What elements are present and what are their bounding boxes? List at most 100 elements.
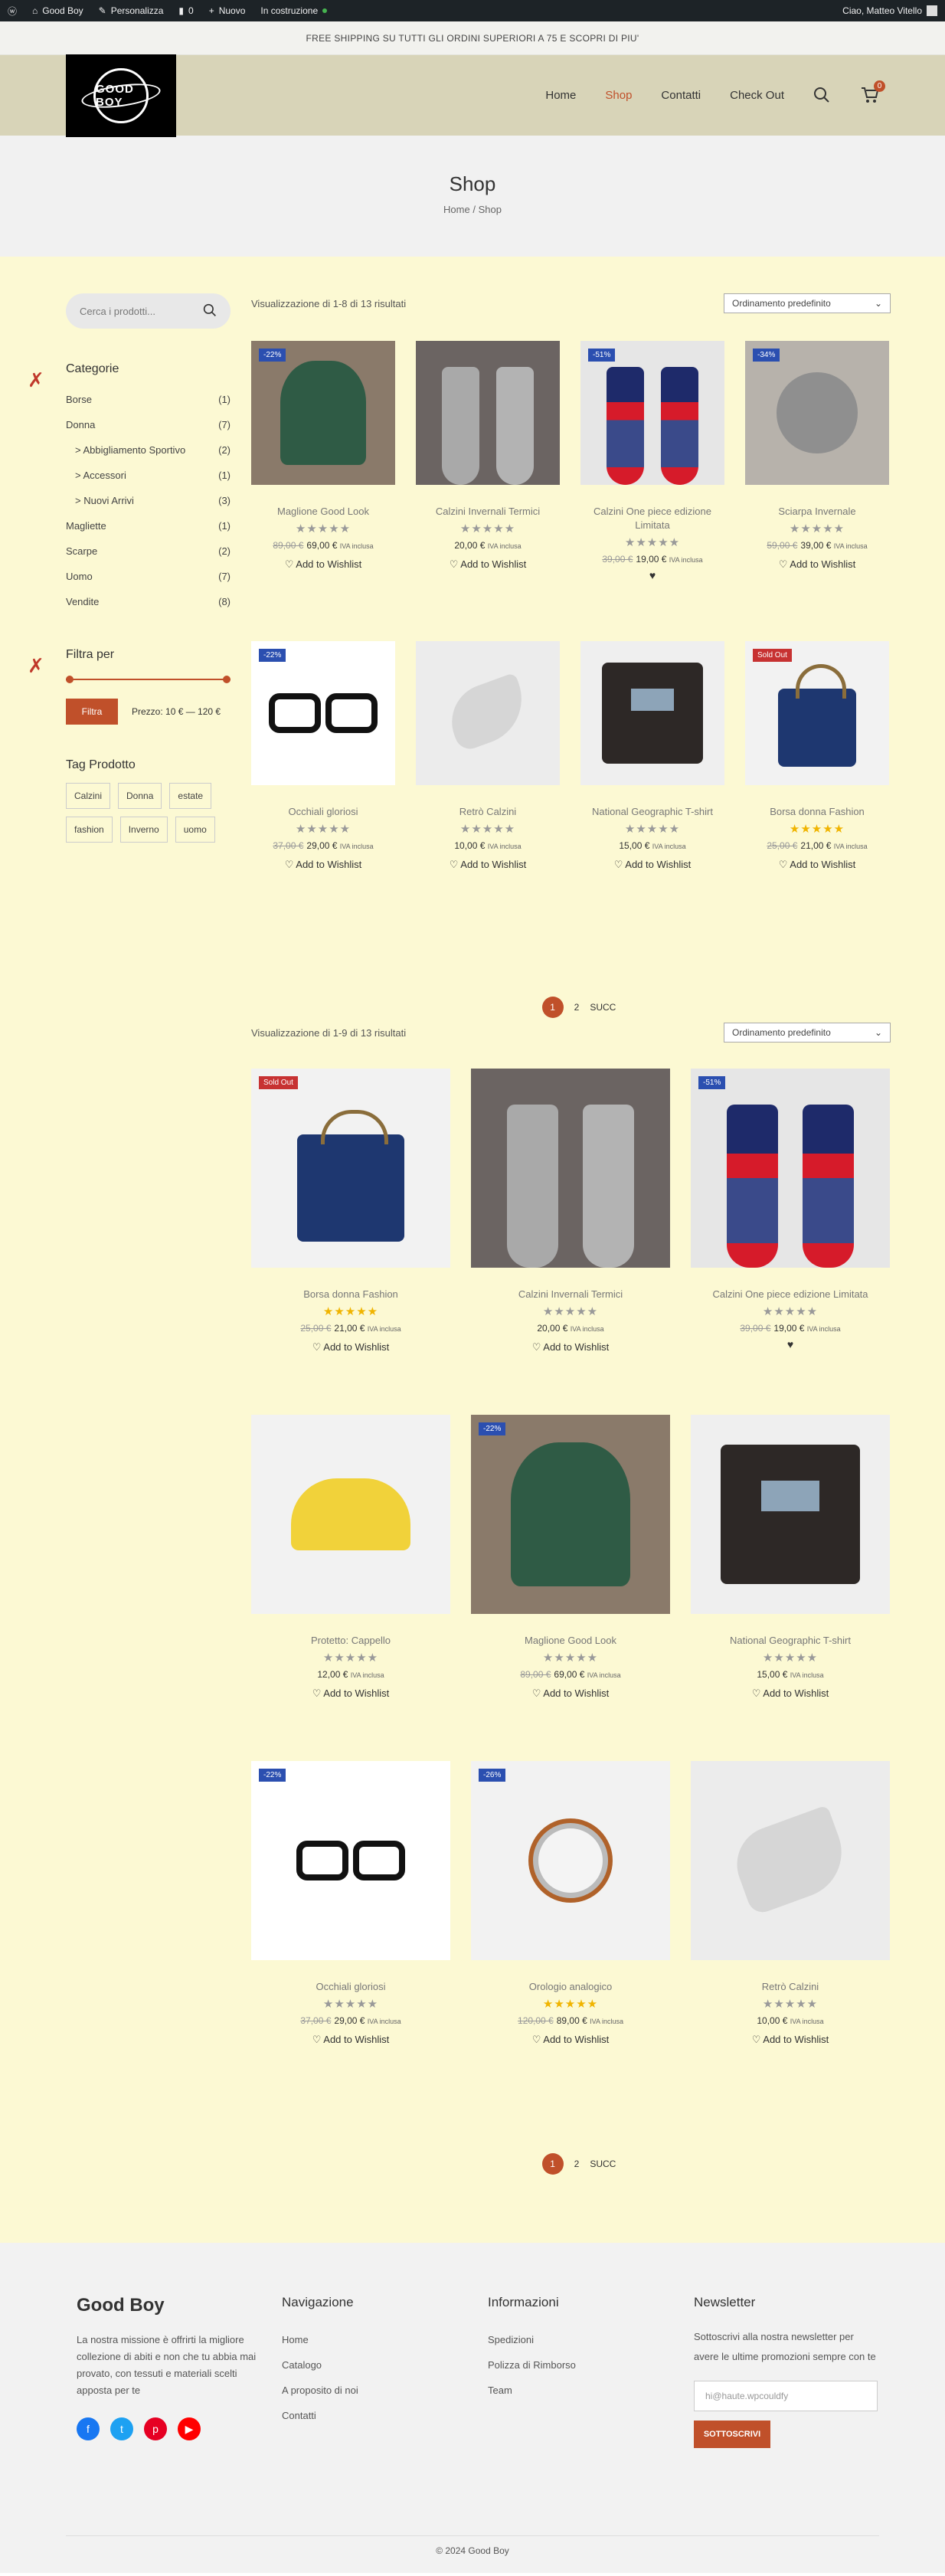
add-to-wishlist-button[interactable]: ♡ Add to Wishlist xyxy=(471,1341,670,1353)
category-item[interactable]: > Nuovi Arrivi (3) xyxy=(66,488,231,513)
subscribe-button[interactable]: SOTTOSCRIVI xyxy=(694,2421,770,2448)
pinterest-icon[interactable]: p xyxy=(144,2417,167,2440)
product-image[interactable]: -22% xyxy=(471,1415,670,1614)
product-name[interactable]: Borsa donna Fashion xyxy=(251,1288,450,1301)
cart-icon[interactable]: 0 xyxy=(861,80,885,105)
product-image[interactable] xyxy=(471,1069,670,1268)
search-icon[interactable] xyxy=(813,87,832,105)
footer-link[interactable]: Catalogo xyxy=(282,2352,358,2378)
add-to-wishlist-button[interactable]: ♡ Add to Wishlist xyxy=(471,2034,670,2046)
add-to-wishlist-button[interactable]: ♡ Add to Wishlist xyxy=(745,859,889,871)
product-search[interactable]: Cerca i prodotti... xyxy=(66,293,231,329)
nav-home[interactable]: Home xyxy=(545,89,576,102)
breadcrumb-home[interactable]: Home xyxy=(443,204,470,215)
add-to-wishlist-button[interactable]: ♡ Add to Wishlist xyxy=(471,1687,670,1700)
product-image[interactable] xyxy=(691,1415,890,1614)
page-current[interactable]: 1 xyxy=(541,2153,564,2175)
email-field[interactable]: hi@haute.wpcouldfy xyxy=(694,2381,878,2411)
product-image[interactable] xyxy=(416,341,560,485)
add-to-wishlist-button[interactable]: ♡ Add to Wishlist xyxy=(251,2034,450,2046)
next-page-link[interactable]: SUCC xyxy=(590,1002,616,1013)
tag-link[interactable]: Donna xyxy=(118,783,162,809)
admin-account[interactable]: Ciao, Matteo Vitello xyxy=(842,5,937,16)
product-image[interactable] xyxy=(251,1415,450,1614)
footer-link[interactable]: Contatti xyxy=(282,2403,358,2428)
sort-select[interactable]: Ordinamento predefinito ⌄ xyxy=(724,293,891,313)
product-name[interactable]: National Geographic T-shirt xyxy=(691,1634,890,1648)
product-name[interactable]: Calzini Invernali Termici xyxy=(471,1288,670,1301)
add-to-wishlist-button[interactable]: ♡ Add to Wishlist xyxy=(691,2034,890,2046)
add-to-wishlist-button[interactable]: ♡ Add to Wishlist xyxy=(251,1341,450,1353)
add-to-wishlist-button[interactable]: ♡ Add to Wishlist xyxy=(416,859,560,871)
category-item[interactable]: Donna (7) xyxy=(66,412,231,437)
product-name[interactable]: Sciarpa Invernale xyxy=(745,505,889,519)
nav-checkout[interactable]: Check Out xyxy=(730,89,784,102)
wishlist-heart-icon[interactable]: ♥ xyxy=(691,1338,890,1350)
search-icon[interactable] xyxy=(203,303,217,319)
sort-select[interactable]: Ordinamento predefinito ⌄ xyxy=(724,1023,891,1043)
product-name[interactable]: Retrò Calzini xyxy=(416,805,560,819)
admin-new-link[interactable]: + Nuovo xyxy=(209,5,246,16)
search-input[interactable]: Cerca i prodotti... xyxy=(80,306,155,317)
footer-link[interactable]: Spedizioni xyxy=(488,2327,576,2352)
twitter-icon[interactable]: t xyxy=(110,2417,133,2440)
product-name[interactable]: Retrò Calzini xyxy=(691,1980,890,1994)
product-image[interactable]: Sold Out xyxy=(251,1069,450,1268)
next-page-link[interactable]: SUCC xyxy=(590,2159,616,2169)
product-name[interactable]: Calzini Invernali Termici xyxy=(416,505,560,519)
product-name[interactable]: Occhiali gloriosi xyxy=(251,805,395,819)
add-to-wishlist-button[interactable]: ♡ Add to Wishlist xyxy=(691,1687,890,1700)
product-name[interactable]: Borsa donna Fashion xyxy=(745,805,889,819)
tag-link[interactable]: estate xyxy=(169,783,212,809)
add-to-wishlist-button[interactable]: ♡ Add to Wishlist xyxy=(251,558,395,571)
admin-customize-link[interactable]: ✎ Personalizza xyxy=(99,5,164,16)
product-name[interactable]: Protetto: Cappello xyxy=(251,1634,450,1648)
product-name[interactable]: Orologio analogico xyxy=(471,1980,670,1994)
product-image[interactable]: Sold Out xyxy=(745,641,889,785)
wordpress-icon[interactable]: ⓦ xyxy=(8,5,17,18)
product-image[interactable]: -51% xyxy=(580,341,724,485)
product-name[interactable]: Calzini One piece edizione Limitata xyxy=(691,1288,890,1301)
footer-link[interactable]: Team xyxy=(488,2378,576,2403)
page-link[interactable]: 2 xyxy=(574,1002,580,1013)
wishlist-heart-icon[interactable]: ♥ xyxy=(580,569,724,581)
product-image[interactable]: -22% xyxy=(251,641,395,785)
add-to-wishlist-button[interactable]: ♡ Add to Wishlist xyxy=(251,1687,450,1700)
page-current[interactable]: 1 xyxy=(541,997,564,1018)
category-item[interactable]: Magliette (1) xyxy=(66,513,231,538)
product-name[interactable]: National Geographic T-shirt xyxy=(580,805,724,819)
footer-link[interactable]: Polizza di Rimborso xyxy=(488,2352,576,2378)
product-image[interactable]: -34% xyxy=(745,341,889,485)
nav-contatti[interactable]: Contatti xyxy=(661,89,701,102)
product-name[interactable]: Maglione Good Look xyxy=(251,505,395,519)
facebook-icon[interactable]: f xyxy=(77,2417,100,2440)
product-name[interactable]: Calzini One piece edizione Limitata xyxy=(580,505,724,532)
footer-link[interactable]: Home xyxy=(282,2327,358,2352)
add-to-wishlist-button[interactable]: ♡ Add to Wishlist xyxy=(416,558,560,571)
tag-link[interactable]: Inverno xyxy=(119,817,168,843)
product-image[interactable] xyxy=(580,641,724,785)
product-image[interactable] xyxy=(416,641,560,785)
tag-link[interactable]: uomo xyxy=(175,817,215,843)
product-image[interactable] xyxy=(691,1761,890,1960)
category-item[interactable]: Vendite (8) xyxy=(66,589,231,614)
youtube-icon[interactable]: ▶ xyxy=(178,2417,201,2440)
category-item[interactable]: > Abbigliamento Sportivo (2) xyxy=(66,437,231,463)
page-link[interactable]: 2 xyxy=(574,2159,580,2169)
tag-link[interactable]: fashion xyxy=(66,817,113,843)
add-to-wishlist-button[interactable]: ♡ Add to Wishlist xyxy=(251,859,395,871)
price-slider[interactable] xyxy=(66,676,231,683)
site-logo[interactable]: GOOD BOY xyxy=(66,54,176,137)
product-name[interactable]: Maglione Good Look xyxy=(471,1634,670,1648)
product-name[interactable]: Occhiali gloriosi xyxy=(251,1980,450,1994)
nav-shop[interactable]: Shop xyxy=(605,89,632,102)
category-item[interactable]: Borse (1) xyxy=(66,387,231,412)
category-item[interactable]: Scarpe (2) xyxy=(66,538,231,564)
footer-link[interactable]: A proposito di noi xyxy=(282,2378,358,2403)
product-image[interactable]: -22% xyxy=(251,341,395,485)
add-to-wishlist-button[interactable]: ♡ Add to Wishlist xyxy=(745,558,889,571)
admin-status[interactable]: In costruzione xyxy=(260,5,328,16)
admin-site-link[interactable]: ⌂ Good Boy xyxy=(32,5,83,16)
admin-comments-link[interactable]: ▮ 0 xyxy=(178,5,193,16)
category-item[interactable]: > Accessori (1) xyxy=(66,463,231,488)
